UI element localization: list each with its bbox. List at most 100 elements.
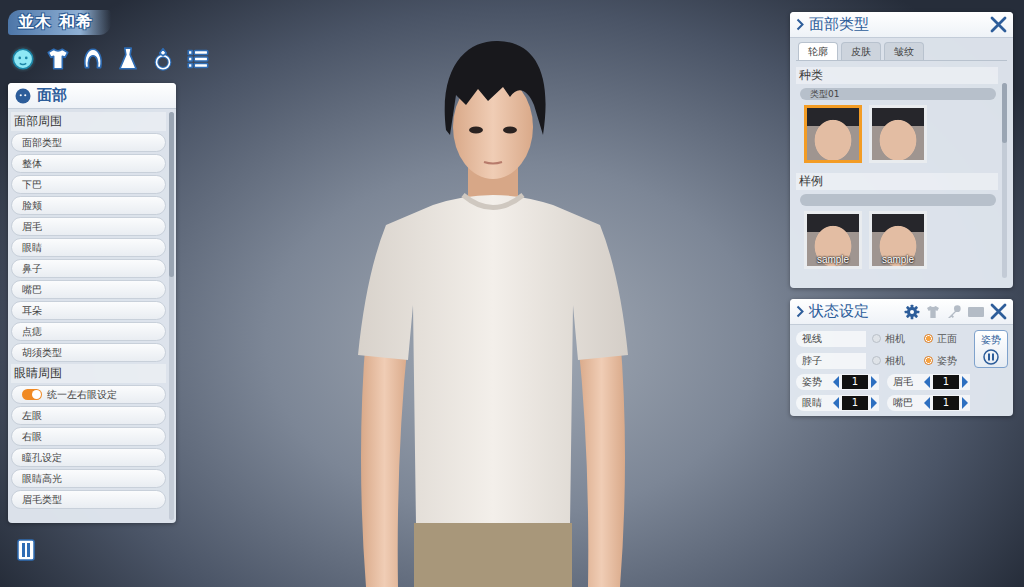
menu-item[interactable]: 耳朵 bbox=[11, 301, 166, 320]
shirt-icon bbox=[45, 46, 71, 72]
menu-item[interactable]: 脸颊 bbox=[11, 196, 166, 215]
menu-item[interactable]: 眼睛高光 bbox=[11, 469, 166, 488]
category-tab[interactable] bbox=[150, 45, 176, 73]
menu-item[interactable]: 胡须类型 bbox=[11, 343, 166, 362]
close-icon[interactable] bbox=[990, 16, 1007, 33]
hair-icon bbox=[80, 46, 106, 72]
tabs: 轮廓皮肤皱纹 bbox=[796, 42, 1007, 61]
menu-item[interactable]: 左眼 bbox=[11, 406, 166, 425]
increment-button[interactable] bbox=[870, 375, 879, 389]
radio-dot[interactable] bbox=[872, 356, 881, 365]
background-icon[interactable] bbox=[967, 305, 985, 319]
radio-row: 视线相机正面 bbox=[796, 330, 970, 347]
panel-header: 面部类型 bbox=[790, 12, 1013, 38]
decrement-button[interactable] bbox=[922, 396, 931, 410]
left-column: 並木 和希面部面部周围面部类型整体下巴脸颊眉毛眼睛鼻子嘴巴耳朵点痣胡须类型眼睛周… bbox=[8, 10, 176, 587]
menu-item[interactable]: 整体 bbox=[11, 154, 166, 173]
character-editor: 並木 和希面部面部周围面部类型整体下巴脸颊眉毛眼睛鼻子嘴巴耳朵点痣胡须类型眼睛周… bbox=[0, 0, 1024, 587]
ring-icon bbox=[150, 46, 176, 72]
decrement-button[interactable] bbox=[922, 375, 931, 389]
arrow-right-icon bbox=[961, 396, 970, 410]
radio-dot[interactable] bbox=[924, 334, 933, 343]
menu-item[interactable]: 瞳孔设定 bbox=[11, 448, 166, 467]
decrement-button[interactable] bbox=[831, 375, 840, 389]
shirt-icon[interactable] bbox=[925, 304, 941, 320]
panel-title: 状态设定 bbox=[809, 302, 899, 321]
face-icon bbox=[10, 46, 36, 72]
menu-item[interactable]: 眉毛类型 bbox=[11, 490, 166, 509]
status-panel: 状态设定视线相机正面脖子相机姿势姿势1眉毛1眼睛1嘴巴1姿势 bbox=[790, 299, 1013, 416]
menu-item[interactable]: 面部类型 bbox=[11, 133, 166, 152]
stepper: 眉毛1 bbox=[887, 374, 970, 390]
menu-item[interactable]: 眉毛 bbox=[11, 217, 166, 236]
character-model[interactable] bbox=[338, 35, 648, 587]
menu-item[interactable]: 下巴 bbox=[11, 175, 166, 194]
panel-header: 状态设定 bbox=[790, 299, 1013, 325]
arrow-left-icon bbox=[831, 375, 840, 389]
pose-button[interactable]: 姿势 bbox=[974, 330, 1008, 368]
menu-item[interactable]: 嘴巴 bbox=[11, 280, 166, 299]
radio-dot[interactable] bbox=[872, 334, 881, 343]
face-thumbnail[interactable] bbox=[869, 105, 927, 163]
sample-options: sample sample bbox=[796, 206, 998, 269]
radio-option[interactable]: 相机 bbox=[866, 354, 918, 368]
scroll-thumb[interactable] bbox=[169, 112, 174, 277]
category-tabs bbox=[8, 45, 176, 73]
stepper-grid: 姿势1 眉毛1 眼睛 1 嘴巴 1 bbox=[796, 374, 970, 411]
stepper-value[interactable]: 1 bbox=[842, 396, 868, 410]
stepper: 姿势1 bbox=[796, 374, 879, 390]
category-tab[interactable] bbox=[10, 45, 36, 73]
close-icon[interactable] bbox=[990, 303, 1007, 320]
tab[interactable]: 轮廓 bbox=[798, 42, 838, 60]
sample-thumbnail[interactable]: sample bbox=[804, 211, 862, 269]
scroll-thumb[interactable] bbox=[1002, 83, 1007, 143]
increment-button[interactable] bbox=[961, 375, 970, 389]
radio-dot[interactable] bbox=[924, 356, 933, 365]
chevron-icon bbox=[796, 305, 804, 318]
stepper-value[interactable]: 1 bbox=[933, 375, 959, 389]
type-bar: 类型01 bbox=[800, 88, 996, 100]
face-thumbnail[interactable] bbox=[804, 105, 862, 163]
panel-toggle-button[interactable] bbox=[16, 539, 36, 563]
character-name: 並木 和希 bbox=[8, 10, 111, 35]
face-sections: 种类类型01样例samplesample bbox=[796, 61, 998, 284]
stepper-label: 嘴巴 bbox=[893, 396, 920, 410]
tab[interactable]: 皮肤 bbox=[841, 42, 881, 60]
radio-option[interactable]: 正面 bbox=[918, 332, 970, 346]
menu-item[interactable]: 点痣 bbox=[11, 322, 166, 341]
category-tab[interactable] bbox=[185, 45, 211, 73]
scrollbar[interactable] bbox=[169, 112, 174, 520]
radio-row: 脖子相机姿势 bbox=[796, 352, 970, 369]
menu-item[interactable]: 眼睛 bbox=[11, 238, 166, 257]
stepper: 嘴巴 1 bbox=[887, 395, 970, 411]
toggle-switch[interactable] bbox=[22, 389, 42, 400]
dress-icon bbox=[115, 46, 141, 72]
decrement-button[interactable] bbox=[831, 396, 840, 410]
menu-item[interactable]: 右眼 bbox=[11, 427, 166, 446]
category-tab[interactable] bbox=[115, 45, 141, 73]
radio-option[interactable]: 姿势 bbox=[918, 354, 970, 368]
arrow-right-icon bbox=[870, 396, 879, 410]
stepper-label: 眼睛 bbox=[802, 396, 829, 410]
stepper-value[interactable]: 1 bbox=[933, 396, 959, 410]
gear-icon[interactable] bbox=[904, 304, 920, 320]
increment-button[interactable] bbox=[870, 396, 879, 410]
radio-option[interactable]: 相机 bbox=[866, 332, 918, 346]
toggle-item[interactable]: 统一左右眼设定 bbox=[11, 385, 166, 404]
category-tab[interactable] bbox=[45, 45, 71, 73]
sample-label: sample bbox=[807, 254, 859, 265]
face-type-panel: 面部类型轮廓皮肤皱纹种类类型01样例samplesample bbox=[790, 12, 1013, 288]
sample-thumbnail[interactable]: sample bbox=[869, 211, 927, 269]
section-header: 眼睛周围 bbox=[11, 364, 166, 383]
tab[interactable]: 皱纹 bbox=[884, 42, 924, 60]
arrow-right-icon bbox=[870, 375, 879, 389]
face-content: 种类类型01样例samplesample bbox=[796, 61, 1007, 284]
sample-bar bbox=[800, 194, 996, 206]
scrollbar[interactable] bbox=[1002, 83, 1007, 278]
menu-item[interactable]: 鼻子 bbox=[11, 259, 166, 278]
section-label: 种类 bbox=[796, 67, 998, 84]
key-icon[interactable] bbox=[946, 304, 962, 320]
increment-button[interactable] bbox=[961, 396, 970, 410]
category-tab[interactable] bbox=[80, 45, 106, 73]
stepper-value[interactable]: 1 bbox=[842, 375, 868, 389]
